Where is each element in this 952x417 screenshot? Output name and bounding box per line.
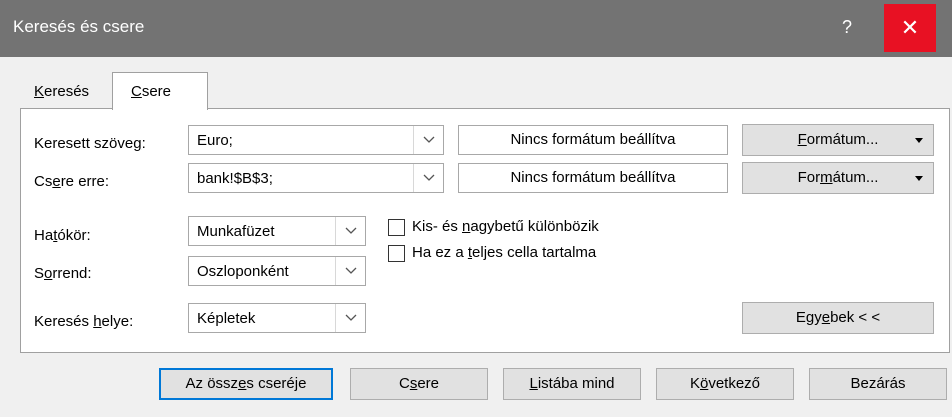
match-entire-cell-checkbox[interactable] xyxy=(388,245,405,262)
title-bar: Keresés és csere ? ✕ xyxy=(0,0,952,57)
replace-all-button[interactable]: Az összes cseréje xyxy=(159,368,333,400)
replace-with-combobox[interactable]: bank!$B$3; xyxy=(188,163,444,193)
find-format-button[interactable]: Formátum... xyxy=(742,124,934,156)
find-all-button[interactable]: Listába mind xyxy=(503,368,641,400)
chevron-down-icon xyxy=(345,267,357,274)
close-button[interactable]: Bezárás xyxy=(809,368,947,400)
tab-replace[interactable]: Csere xyxy=(112,72,208,110)
match-case-checkbox[interactable] xyxy=(388,219,405,236)
chevron-down-icon xyxy=(345,227,357,234)
replace-format-preview: Nincs formátum beállítva xyxy=(458,163,728,193)
within-label: Hatókör: xyxy=(34,227,91,244)
search-order-dropdown-button[interactable] xyxy=(335,257,365,285)
match-entire-cell-label[interactable]: Ha ez a teljes cella tartalma xyxy=(412,244,596,261)
search-order-select[interactable]: Oszloponként xyxy=(188,256,366,286)
look-in-label: Keresés helye: xyxy=(34,313,134,330)
replace-with-input[interactable]: bank!$B$3; xyxy=(197,170,273,187)
replace-button[interactable]: Csere xyxy=(350,368,488,400)
look-in-select[interactable]: Képletek xyxy=(188,303,366,333)
caret-down-icon[interactable] xyxy=(915,138,923,143)
options-toggle-button[interactable]: Egyebek < < xyxy=(742,302,934,334)
chevron-down-icon xyxy=(423,136,435,143)
look-in-dropdown-button[interactable] xyxy=(335,304,365,332)
chevron-down-icon xyxy=(423,174,435,181)
chevron-down-icon xyxy=(345,314,357,321)
window-title: Keresés és csere xyxy=(13,17,145,36)
find-what-input[interactable]: Euro; xyxy=(197,132,233,149)
caret-down-icon[interactable] xyxy=(915,176,923,181)
replace-format-button[interactable]: Formátum... xyxy=(742,162,934,194)
within-select[interactable]: Munkafüzet xyxy=(188,216,366,246)
help-button[interactable]: ? xyxy=(832,10,862,44)
replace-with-label: Csere erre: xyxy=(34,173,110,190)
match-case-label[interactable]: Kis- és nagybetű különbözik xyxy=(412,218,599,235)
find-next-button[interactable]: Következő xyxy=(656,368,794,400)
find-format-preview: Nincs formátum beállítva xyxy=(458,125,728,155)
find-what-dropdown-button[interactable] xyxy=(413,126,443,154)
within-dropdown-button[interactable] xyxy=(335,217,365,245)
find-what-combobox[interactable]: Euro; xyxy=(188,125,444,155)
search-order-label: Sorrend: xyxy=(34,265,92,282)
find-what-label: Keresett szöveg: xyxy=(34,135,146,152)
replace-with-dropdown-button[interactable] xyxy=(413,164,443,192)
close-window-button[interactable]: ✕ xyxy=(884,4,936,52)
tab-find[interactable]: Keresés xyxy=(18,72,110,108)
